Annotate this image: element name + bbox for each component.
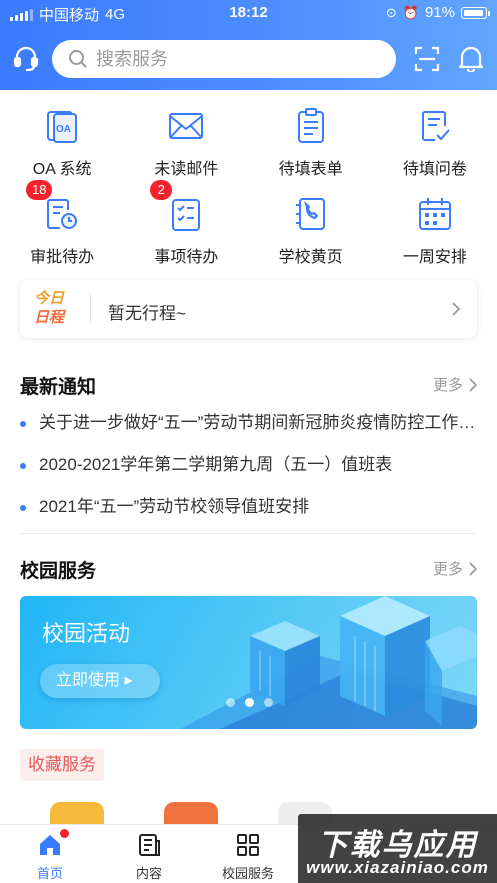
watermark-url: www.xiazainiao.com <box>306 858 489 877</box>
tab-label: 校园服务 <box>221 866 274 881</box>
campus-title: 校园服务 <box>20 561 97 582</box>
content-icon <box>139 834 160 856</box>
notice-list: 关于进一步做好“五一”劳动节期间新冠肺炎疫情防控工作的通知 2020-2021学… <box>20 404 477 530</box>
more-label: 更多 <box>432 561 463 578</box>
tab-label: 内容 <box>135 866 162 881</box>
app-label: 未读邮件 <box>154 161 219 178</box>
calendar-icon <box>418 198 451 230</box>
favorites-label: 收藏服务 <box>20 749 104 781</box>
today-label: 今日 <box>34 290 65 307</box>
todo-icon <box>172 199 201 231</box>
app-oa-system[interactable]: OA OA 系统 <box>0 98 124 186</box>
more-label: 更多 <box>432 377 463 394</box>
chevron-right-icon <box>452 302 461 316</box>
app-school-phonebook[interactable]: 学校黄页 <box>249 186 373 274</box>
notices-more-link[interactable]: 更多 <box>433 374 477 395</box>
chevron-right-icon <box>469 561 477 576</box>
home-icon <box>40 835 60 855</box>
campus-activity-banner[interactable]: 校园活动 立即使用 ▸ <box>20 596 477 729</box>
tab-content[interactable]: 内容 <box>99 825 199 883</box>
tab-campus-services[interactable]: 校园服务 <box>198 825 298 883</box>
form-icon <box>297 108 324 143</box>
app-todo-items[interactable]: 2 事项待办 <box>124 180 248 274</box>
notice-item[interactable]: 2020-2021学年第二学期第九周（五一）值班表 <box>20 446 477 488</box>
app-label: 事项待办 <box>154 249 219 266</box>
search-bar[interactable] <box>52 40 396 78</box>
header: 中国移动 4G 18:12 ⊙ ⏰ 91% <box>0 0 497 90</box>
app-label: 待填问卷 <box>402 161 467 178</box>
battery-icon <box>461 6 490 19</box>
app-weekly-schedule[interactable]: 一周安排 <box>373 186 497 274</box>
banner-title: 校园活动 <box>42 621 131 646</box>
top-bar <box>0 38 497 80</box>
app-grid: OA OA 系统 未读邮件 待填表单 待填问卷 18 审批待办 2 事项待办 学… <box>0 98 497 274</box>
app-label: OA 系统 <box>32 161 92 178</box>
notice-item[interactable]: 关于进一步做好“五一”劳动节期间新冠肺炎疫情防控工作的通知 <box>20 404 477 446</box>
headset-icon[interactable] <box>12 44 40 72</box>
search-icon <box>69 50 87 68</box>
status-bar: 中国移动 4G 18:12 ⊙ ⏰ 91% <box>0 0 497 28</box>
carousel-dot[interactable] <box>264 698 273 707</box>
todo-count-badge: 2 <box>150 180 173 200</box>
divider <box>90 294 91 324</box>
lock-rotation-icon: ⊙ <box>385 4 397 20</box>
oa-icon: OA <box>47 111 78 143</box>
app-label: 审批待办 <box>30 249 95 266</box>
app-pending-forms[interactable]: 待填表单 <box>249 98 373 186</box>
carousel-dots <box>226 698 273 707</box>
search-input[interactable] <box>96 48 346 70</box>
app-label: 待填表单 <box>278 161 343 178</box>
carousel-dot-active[interactable] <box>245 698 254 707</box>
app-label: 学校黄页 <box>278 249 343 266</box>
notification-dot <box>60 829 69 838</box>
schedule-text: 暂无行程~ <box>108 304 186 323</box>
notices-title: 最新通知 <box>20 377 97 398</box>
app-pending-surveys[interactable]: 待填问卷 <box>373 98 497 186</box>
approval-icon <box>47 199 78 229</box>
chevron-right-icon <box>469 377 477 392</box>
bell-icon[interactable] <box>458 44 484 72</box>
notice-item[interactable]: 2021年“五一”劳动节校领导值班安排 <box>20 488 477 530</box>
scan-icon[interactable] <box>414 46 440 72</box>
tab-label: 首页 <box>36 866 63 881</box>
app-approvals[interactable]: 18 审批待办 <box>0 180 124 274</box>
use-now-button[interactable]: 立即使用 ▸ <box>40 664 160 698</box>
today-schedule-logo: 今日 日程 <box>34 289 78 327</box>
watermark-logo: 下载乌应用 www.xiazainiao.com <box>298 814 497 883</box>
approval-count-badge: 18 <box>26 180 53 200</box>
carousel-dot[interactable] <box>226 698 235 707</box>
phonebook-icon <box>295 198 325 230</box>
app-unread-mail[interactable]: 未读邮件 <box>124 98 248 186</box>
svg-text:OA: OA <box>56 124 71 135</box>
battery-percent: 91% <box>424 4 455 21</box>
section-divider <box>20 533 477 534</box>
survey-icon <box>421 111 450 141</box>
schedule-label: 日程 <box>34 309 65 326</box>
alarm-icon: ⏰ <box>402 4 419 20</box>
grid-icon <box>237 834 259 856</box>
mail-icon <box>169 113 204 139</box>
today-schedule-card[interactable]: 今日 日程 暂无行程~ <box>20 280 477 338</box>
tab-home[interactable]: 首页 <box>0 825 100 883</box>
campus-more-link[interactable]: 更多 <box>433 558 477 579</box>
app-label: 一周安排 <box>402 249 467 266</box>
